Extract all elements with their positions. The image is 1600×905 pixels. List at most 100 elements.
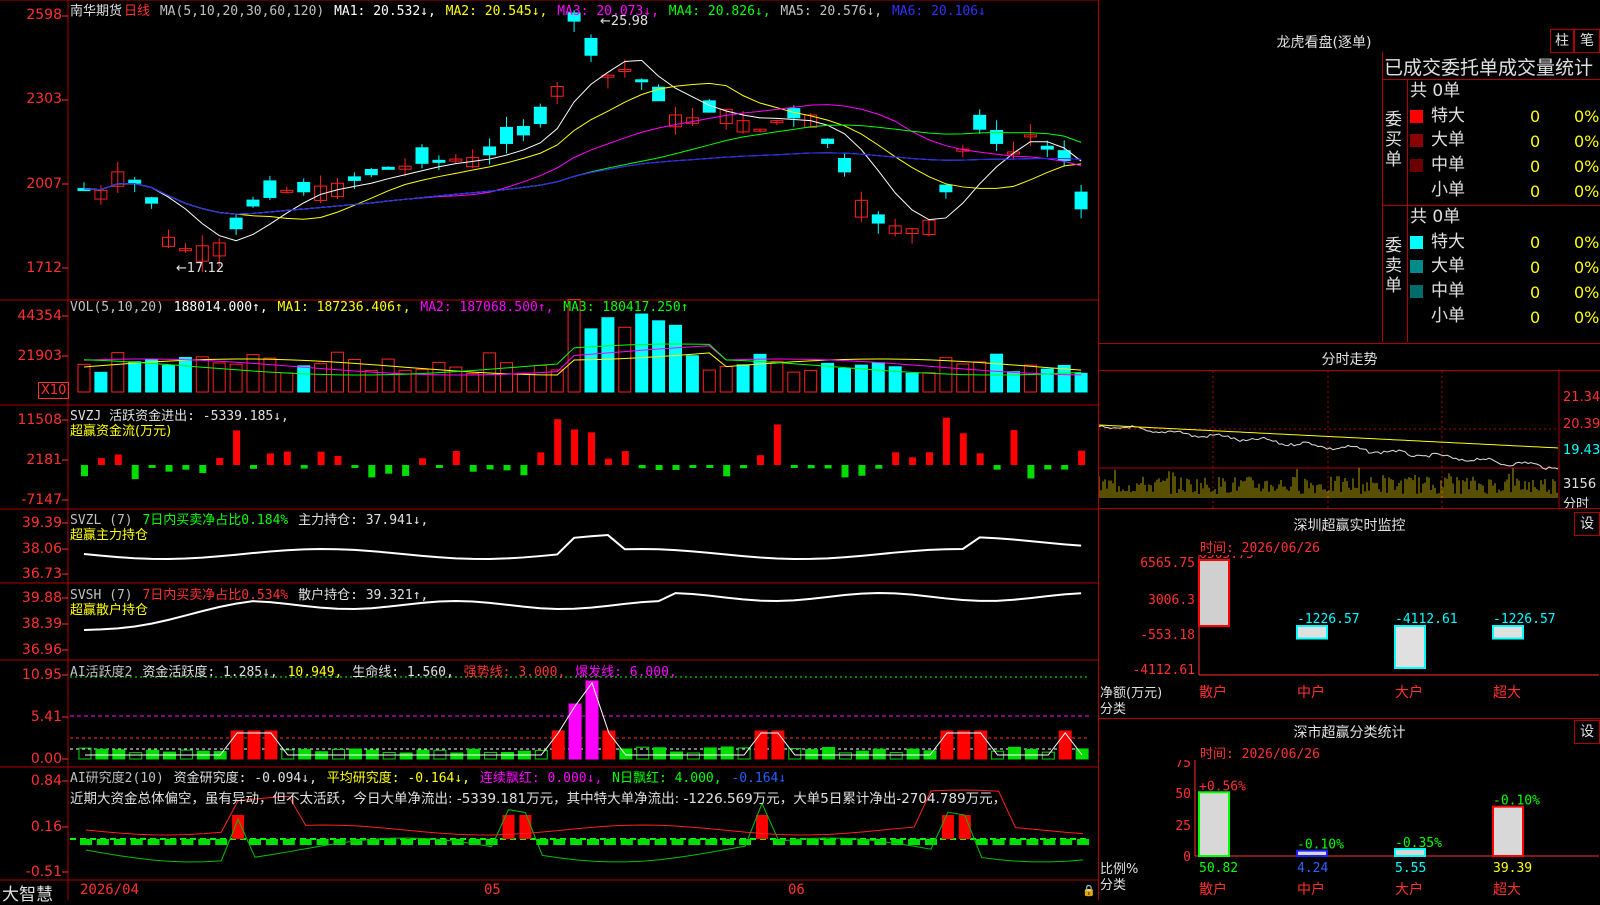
flow-bar <box>114 454 122 465</box>
research-bar <box>198 839 211 845</box>
candle-body <box>533 106 547 125</box>
sell-row: 大单 <box>1410 254 1465 278</box>
svzj-subtitle: 超赢资金流(万元) <box>70 424 172 439</box>
flow-bar <box>486 465 494 470</box>
monitor-title: 深圳超赢实时监控 <box>1293 518 1406 534</box>
candle-body <box>516 125 530 136</box>
ai1-title: AI活跃度2 <box>70 665 133 680</box>
activity-bar <box>112 749 126 760</box>
monitor-category: 散户 <box>1199 684 1227 701</box>
research-bar <box>739 839 752 845</box>
ma1-value: MA1: 20.532↓, <box>334 4 436 19</box>
flow-bar <box>841 465 849 478</box>
candle-body <box>246 199 260 207</box>
volume-bar <box>1023 364 1037 393</box>
dragon-inner-border <box>1382 52 1383 342</box>
ai2-y-tick: -0.51 <box>25 864 62 880</box>
chart-area[interactable]: 南华期货 日线 MA(5,10,20,30,60,120) MA1: 20.532… <box>0 0 1098 905</box>
activity-bar <box>129 752 143 760</box>
ma-line <box>83 152 1082 215</box>
color-swatch-icon <box>1410 259 1423 273</box>
flow-bar <box>334 455 342 465</box>
classify-bar-label: -0.35% <box>1395 836 1442 851</box>
classify-bar <box>1492 805 1524 857</box>
volume-bar <box>821 362 835 393</box>
flow-bar <box>993 465 1001 470</box>
monitor-xlabel: 分类 <box>1100 702 1127 717</box>
flow-bar <box>790 465 798 468</box>
activity-bar <box>264 730 278 760</box>
monitor-settings-button[interactable]: 设 <box>1574 512 1600 536</box>
activity-bar <box>957 730 971 760</box>
volume-bar <box>229 363 243 393</box>
tick-mode-button[interactable]: 笔 <box>1574 29 1600 53</box>
activity-bar <box>1041 751 1055 760</box>
volume-bar <box>736 364 750 393</box>
row-name: 特大 <box>1431 232 1465 252</box>
volume-bar <box>466 373 480 393</box>
research-bar <box>992 839 1005 845</box>
volume-bar <box>973 361 987 393</box>
svzj-y-tick: 2181 <box>26 452 62 468</box>
volume-bar <box>601 317 615 393</box>
bar-mode-button[interactable]: 柱 <box>1550 29 1574 53</box>
activity-bar <box>1008 746 1021 760</box>
stock-name: 南华期货 <box>70 4 123 19</box>
svzl-y-tick: 38.06 <box>21 541 62 557</box>
classify-bar <box>1198 791 1230 857</box>
research-bar <box>265 839 278 845</box>
activity-bar <box>703 747 717 760</box>
high-value: 25.98 <box>610 14 649 29</box>
ai1-a: 资金活跃度: 1.285↓, <box>142 665 278 680</box>
candle-body <box>364 168 378 176</box>
volume-bar <box>263 357 277 393</box>
buy-row: 大单 <box>1410 128 1465 152</box>
vol-unit-badge: X10 <box>38 382 70 399</box>
activity-bar <box>348 748 362 760</box>
classify-category: 超大 <box>1493 882 1521 898</box>
flow-bar <box>385 465 393 474</box>
activity-bar <box>1024 748 1038 760</box>
flow-bar <box>351 465 359 468</box>
vol-y-tick: 44354 <box>17 308 62 324</box>
ma-line <box>83 82 1082 220</box>
volume-bar <box>888 366 902 393</box>
ai1-c: 生命线: 1.560, <box>352 665 454 680</box>
x-tick-date: 06 <box>788 882 805 898</box>
buy-row: 特大 <box>1410 104 1465 128</box>
volume-bar <box>685 355 699 393</box>
volume-bar <box>770 360 784 393</box>
monitor-y-tick: 6565.75 <box>1140 556 1195 571</box>
volume-bar <box>939 357 953 393</box>
research-bar <box>840 839 853 845</box>
flow-bar <box>655 465 663 470</box>
sell-values: 0 0 0 0 <box>1530 230 1540 330</box>
row-name: 大单 <box>1431 130 1465 150</box>
activity-bar <box>974 730 988 760</box>
row-value: 0 <box>1530 233 1541 252</box>
classify-settings-button[interactable]: 设 <box>1574 720 1600 744</box>
color-swatch-icon <box>1410 158 1423 172</box>
vol-value: 188014.000↑, <box>173 300 268 315</box>
color-swatch-icon <box>1410 235 1423 249</box>
activity-bar <box>1075 748 1089 760</box>
svzj-y-tick: 11508 <box>17 412 62 428</box>
volume-bar <box>500 362 513 393</box>
svzl-ratio: 7日内买卖净占比0.184% <box>142 513 289 528</box>
dragon-title: 龙虎看盘(逐单) <box>1276 35 1372 51</box>
flow-bar <box>131 465 139 480</box>
intraday-y-tick: 21.34 <box>1563 390 1600 405</box>
sell-side-label: 委卖单 <box>1385 236 1402 296</box>
activity-bar <box>940 730 954 760</box>
intraday-chart[interactable] <box>1099 371 1600 508</box>
monitor-category: 大户 <box>1395 684 1423 701</box>
activity-bar <box>602 730 616 760</box>
buy-row: 中单 <box>1410 153 1465 177</box>
volume-bar <box>871 362 885 393</box>
research-bar <box>384 839 397 845</box>
research-bar <box>316 839 329 845</box>
activity-bar <box>585 680 599 760</box>
candle-body <box>483 146 497 156</box>
volume-bar <box>111 352 125 393</box>
volume-bar <box>195 356 209 393</box>
